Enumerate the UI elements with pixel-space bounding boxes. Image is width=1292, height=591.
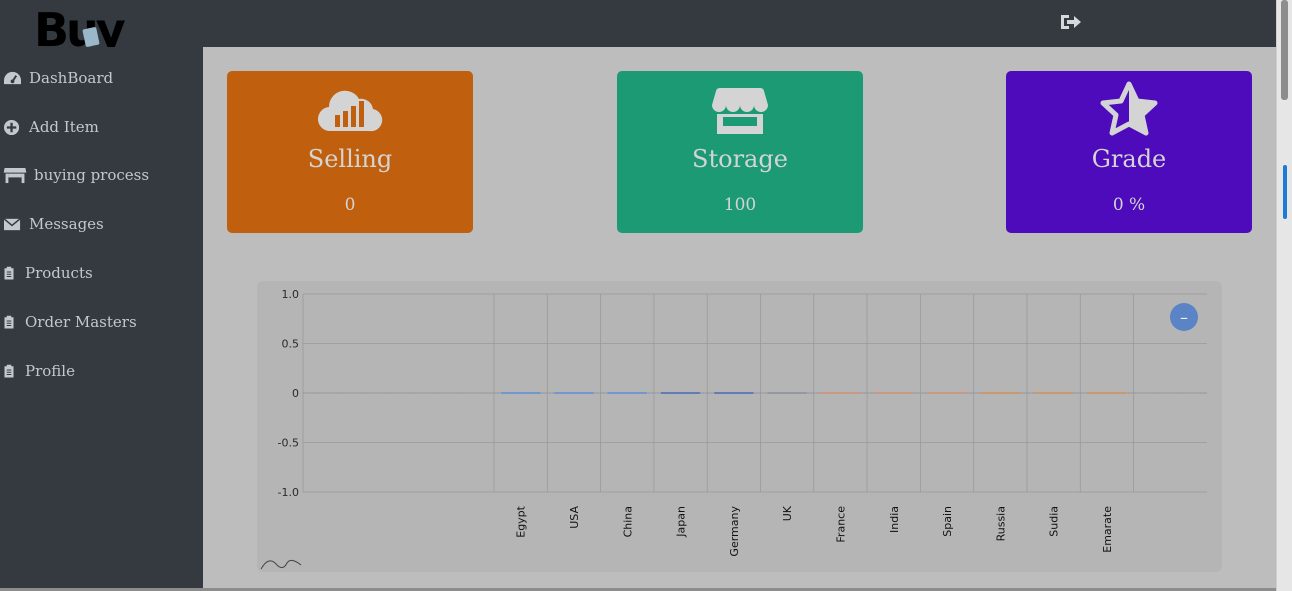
sign-out-icon[interactable]: [1058, 12, 1082, 32]
sidebar-item-dashboard[interactable]: DashBoard: [3, 66, 113, 90]
scroll-position-marker: [1283, 165, 1287, 219]
sidebar-item-profile[interactable]: Profile: [3, 359, 75, 383]
x-tick-label: Sudia: [1048, 506, 1061, 537]
top-navbar: Buy: [0, 0, 1276, 56]
sidebar-item-products[interactable]: Products: [3, 261, 93, 285]
selling-card[interactable]: Selling 0: [227, 71, 473, 233]
x-tick-label: UK: [781, 505, 794, 521]
clipboard-icon: [4, 364, 14, 377]
sidebar-item-label: Add Item: [29, 118, 99, 136]
x-tick-label: USA: [568, 506, 581, 529]
star-icon: [1100, 81, 1158, 136]
card-title: Grade: [1091, 145, 1167, 173]
clipboard-icon: [4, 266, 14, 279]
x-tick-label: Germany: [728, 506, 741, 557]
card-value: 100: [723, 195, 757, 215]
x-tick-label: Egypt: [515, 505, 528, 537]
card-title: Selling: [307, 145, 393, 173]
sidebar-item-label: Products: [25, 264, 93, 282]
grade-card[interactable]: Grade 0 %: [1006, 71, 1252, 233]
sparkline-icon: [260, 559, 302, 570]
y-tick-label: 1.0: [282, 288, 300, 301]
sidebar: DashBoard Add Item buying process Messag…: [0, 47, 203, 591]
card-title: Storage: [692, 145, 788, 173]
sidebar-item-add-item[interactable]: Add Item: [3, 115, 99, 139]
tachometer-icon: [4, 71, 21, 84]
sidebar-item-label: buying process: [34, 166, 150, 184]
scroll-thumb[interactable]: [1281, 0, 1288, 100]
x-tick-label: China: [621, 506, 634, 537]
chart-toggle-button[interactable]: –: [1170, 303, 1198, 331]
sidebar-item-order-masters[interactable]: Order Masters: [3, 310, 137, 334]
cloud-chart-icon: [317, 90, 383, 132]
store-icon: [3, 167, 27, 183]
x-tick-label: France: [834, 506, 847, 543]
store-icon: [712, 87, 768, 134]
y-tick-label: -0.5: [278, 437, 299, 450]
country-line-chart: 1.0 0.5 0 -0.5 -1.0 Egypt USA China Japan Germany…: [260, 288, 1207, 570]
card-value: 0 %: [1112, 195, 1146, 215]
x-tick-label: Japan: [675, 506, 688, 538]
plus-circle-icon: [4, 119, 20, 135]
card-value: 0: [344, 195, 356, 215]
sidebar-item-messages[interactable]: Messages: [3, 212, 104, 236]
y-tick-label: 0: [292, 387, 299, 400]
sidebar-item-label: Profile: [25, 362, 75, 380]
x-tick-label: India: [888, 506, 901, 533]
y-tick-label: -1.0: [278, 486, 299, 499]
clipboard-icon: [4, 315, 14, 328]
x-tick-label: Emarate: [1101, 506, 1114, 553]
x-tick-label: Spain: [941, 506, 954, 537]
y-tick-label: 0.5: [282, 338, 300, 351]
chart-panel: 1.0 0.5 0 -0.5 -1.0 Egypt USA China Japan Germany…: [257, 281, 1222, 572]
envelope-icon: [3, 217, 21, 230]
sidebar-item-buying-process[interactable]: buying process: [3, 163, 149, 187]
sidebar-item-label: DashBoard: [29, 69, 114, 87]
x-tick-label: Russia: [994, 506, 1007, 541]
sidebar-item-label: Messages: [29, 215, 104, 233]
sidebar-item-label: Order Masters: [25, 313, 137, 331]
vertical-scrollbar[interactable]: [1276, 0, 1292, 591]
storage-card[interactable]: Storage 100: [617, 71, 863, 233]
